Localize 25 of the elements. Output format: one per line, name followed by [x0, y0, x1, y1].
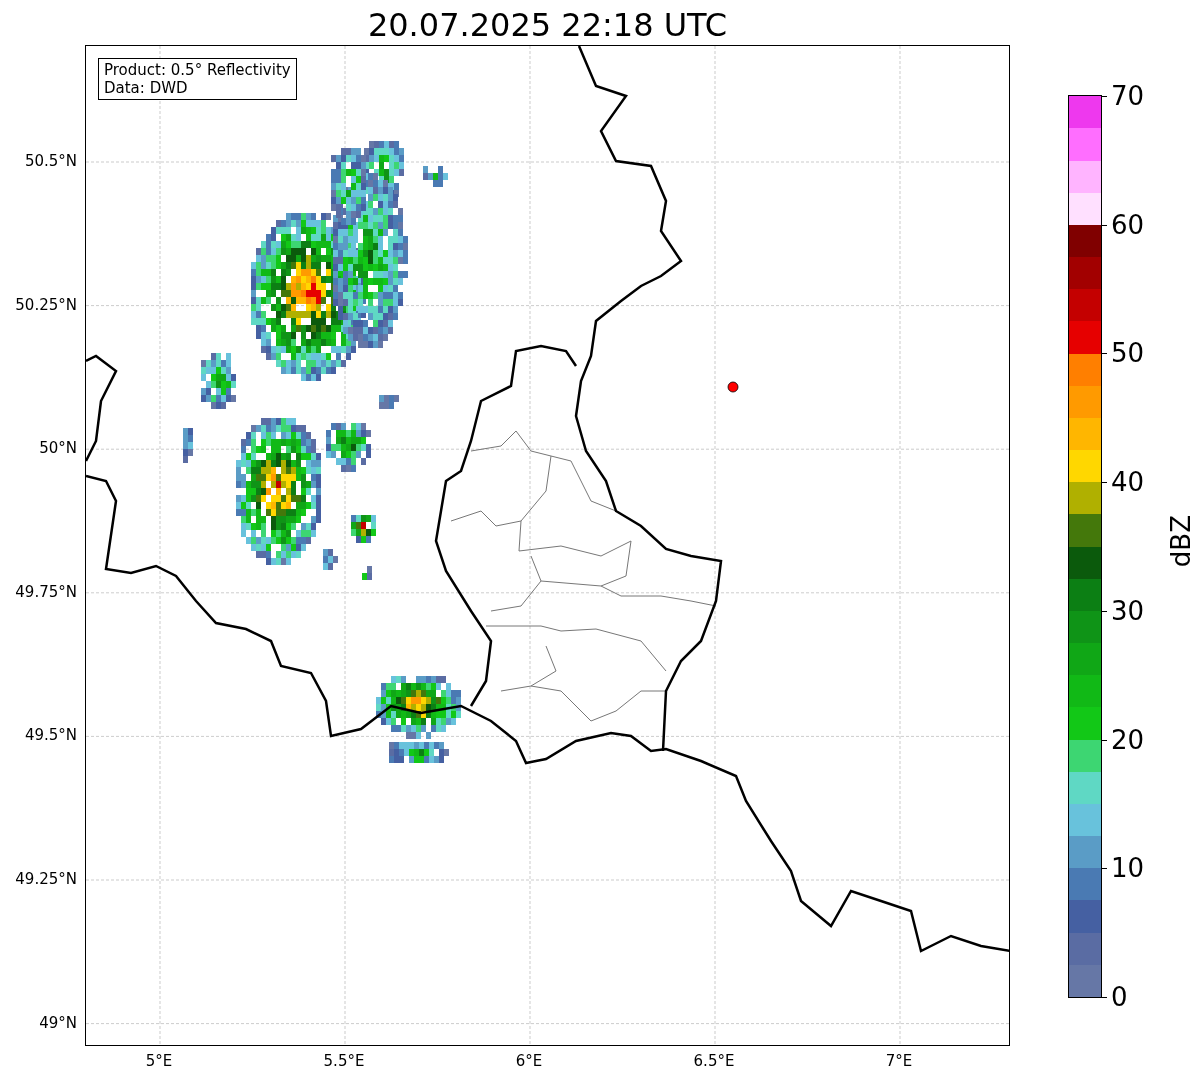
- colorbar-tick-label: 40: [1111, 467, 1145, 498]
- info-text: Data: DWD: [104, 79, 189, 97]
- colorbar-tick-label: 50: [1111, 338, 1145, 369]
- info-text: Product: 0.5° Reflectivity: [104, 61, 291, 79]
- radar-site-marker: [727, 381, 739, 393]
- colorbar-title: dBZ: [1166, 515, 1196, 568]
- colorbar-tick-label: 10: [1111, 853, 1145, 884]
- longitude-label: 6.5°E: [693, 1052, 735, 1070]
- longitude-label: 5°E: [145, 1052, 173, 1070]
- latitude-label: 50.5°N: [24, 152, 77, 170]
- colorbar-tick-label: 70: [1111, 81, 1145, 111]
- longitude-label: 7°E: [885, 1052, 913, 1070]
- latitude-label: 50°N: [39, 439, 77, 458]
- colorbar-tick-label: 30: [1111, 595, 1145, 626]
- latitude-label: 50.25°N: [15, 295, 77, 314]
- latitude-label: 49.75°N: [15, 582, 77, 601]
- longitude-label: 5.5°E: [323, 1052, 365, 1070]
- latitude-label: 49.5°N: [24, 726, 77, 745]
- colorbar-tick-label: 0: [1111, 982, 1128, 1012]
- latitude-label: 49°N: [39, 1013, 77, 1032]
- longitude-label: 6°E: [515, 1052, 543, 1070]
- latitude-label: 49.25°N: [15, 870, 77, 888]
- chart-title: 20.07.2025 22:18 UTC: [367, 5, 728, 45]
- colorbar-tick-label: 20: [1111, 724, 1145, 755]
- colorbar-tick-label: 60: [1111, 209, 1145, 240]
